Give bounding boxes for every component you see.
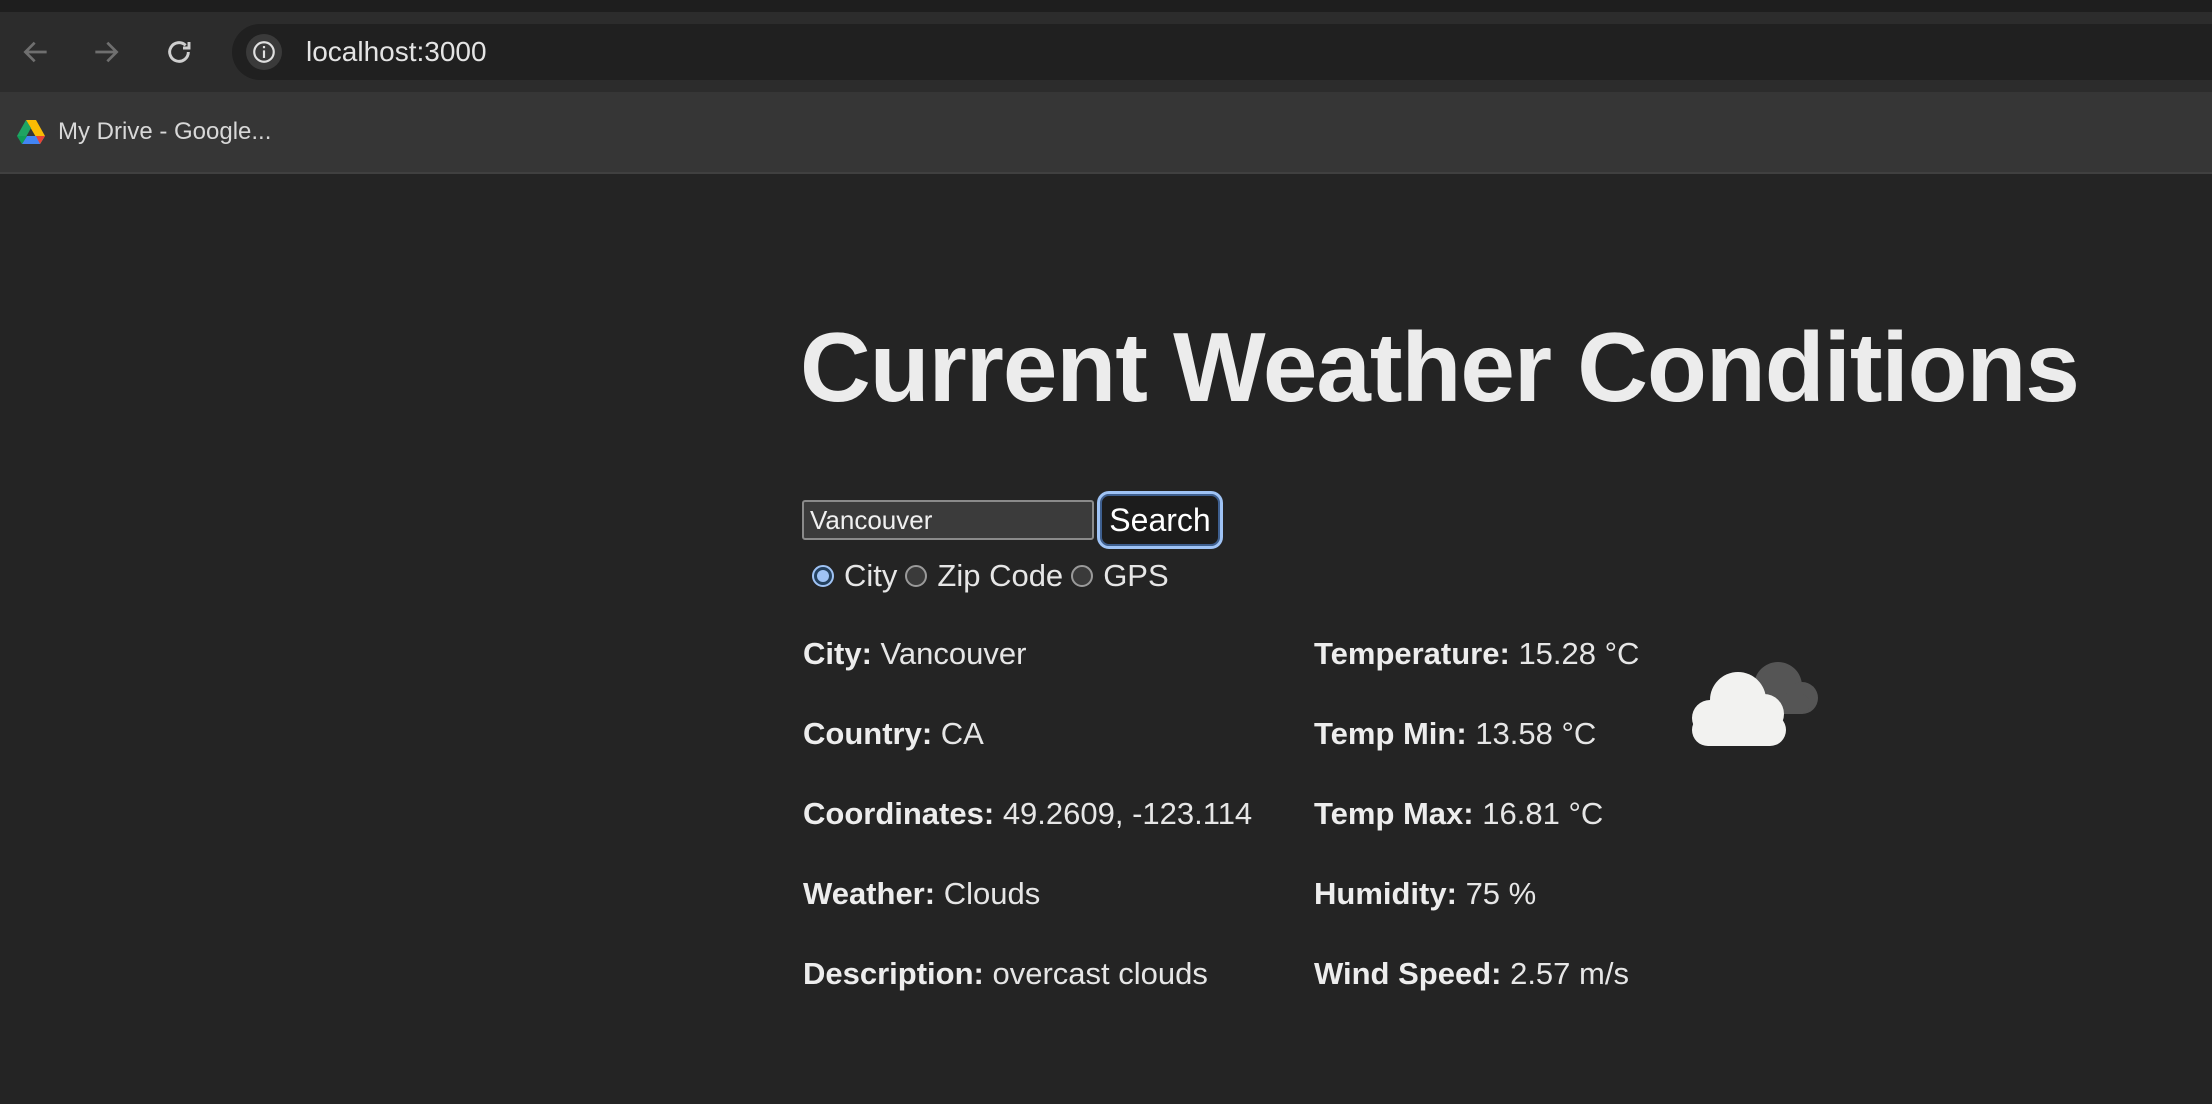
detail-value: overcast clouds <box>992 956 1208 991</box>
search-mode-group: City Zip Code GPS <box>812 556 1177 596</box>
detail-value: 75 % <box>1465 876 1537 911</box>
radio-gps-control[interactable] <box>1071 565 1094 587</box>
detail-temperature: Temperature: 15.28 °C <box>1314 634 1639 674</box>
search-input[interactable] <box>802 500 1094 540</box>
detail-label: Temp Max: <box>1314 796 1474 831</box>
address-url: localhost:3000 <box>306 36 487 67</box>
search-button[interactable]: Search <box>1097 491 1223 549</box>
detail-label: Coordinates: <box>803 796 995 831</box>
forward-button[interactable] <box>82 28 130 76</box>
google-drive-icon <box>17 120 45 144</box>
radio-city-label: City <box>844 558 898 593</box>
detail-temp-max: Temp Max: 16.81 °C <box>1314 794 1603 834</box>
detail-value: 13.58 °C <box>1475 716 1597 751</box>
radio-gps-label: GPS <box>1103 558 1169 593</box>
browser-toolbar: localhost:3000 <box>0 12 2212 92</box>
reload-button[interactable] <box>155 28 203 76</box>
window-top-strip <box>0 0 2212 12</box>
detail-label: City: <box>803 636 872 671</box>
radio-zip-code-label: Zip Code <box>937 558 1064 593</box>
detail-label: Humidity: <box>1314 876 1457 911</box>
detail-city: City: Vancouver <box>803 634 1026 674</box>
detail-value: CA <box>940 716 984 751</box>
detail-label: Weather: <box>803 876 936 911</box>
detail-temp-min: Temp Min: 13.58 °C <box>1314 714 1596 754</box>
radio-city[interactable]: City <box>812 558 897 594</box>
detail-country: Country: CA <box>803 714 984 754</box>
detail-label: Description: <box>803 956 984 991</box>
detail-description: Description: overcast clouds <box>803 954 1208 994</box>
detail-value: 16.81 °C <box>1482 796 1604 831</box>
arrow-right-icon <box>95 41 119 63</box>
detail-value: Clouds <box>943 876 1041 911</box>
detail-label: Temp Min: <box>1314 716 1467 751</box>
detail-weather: Weather: Clouds <box>803 874 1040 914</box>
radio-gps[interactable]: GPS <box>1071 558 1169 594</box>
bookmark-label: My Drive - Google... <box>58 118 272 145</box>
detail-wind-speed: Wind Speed: 2.57 m/s <box>1314 954 1629 994</box>
page-content: Current Weather Conditions Search City Z… <box>0 174 2212 1104</box>
overcast-clouds-icon <box>1692 662 1818 746</box>
back-button[interactable] <box>12 28 60 76</box>
reload-icon <box>168 41 191 63</box>
bookmarks-bar: My Drive - Google... <box>0 92 2212 174</box>
page-title: Current Weather Conditions <box>800 312 2080 422</box>
bookmark-my-drive[interactable]: My Drive - Google... <box>16 114 271 150</box>
address-bar[interactable]: localhost:3000 <box>232 24 2212 80</box>
radio-zip-code-control[interactable] <box>905 565 928 587</box>
info-icon <box>253 41 275 63</box>
detail-humidity: Humidity: 75 % <box>1314 874 1536 914</box>
detail-label: Country: <box>803 716 933 751</box>
detail-label: Wind Speed: <box>1314 956 1502 991</box>
detail-value: Vancouver <box>880 636 1027 671</box>
detail-value: 49.2609, -123.114 <box>1002 796 1253 831</box>
detail-label: Temperature: <box>1314 636 1510 671</box>
site-info-button[interactable] <box>246 34 282 70</box>
arrow-left-icon <box>23 41 47 63</box>
detail-value: 2.57 m/s <box>1510 956 1629 991</box>
radio-zip-code[interactable]: Zip Code <box>905 558 1063 594</box>
radio-city-control[interactable] <box>812 565 834 587</box>
detail-coordinates: Coordinates: 49.2609, -123.114 <box>803 794 1252 834</box>
detail-value: 15.28 °C <box>1518 636 1640 671</box>
